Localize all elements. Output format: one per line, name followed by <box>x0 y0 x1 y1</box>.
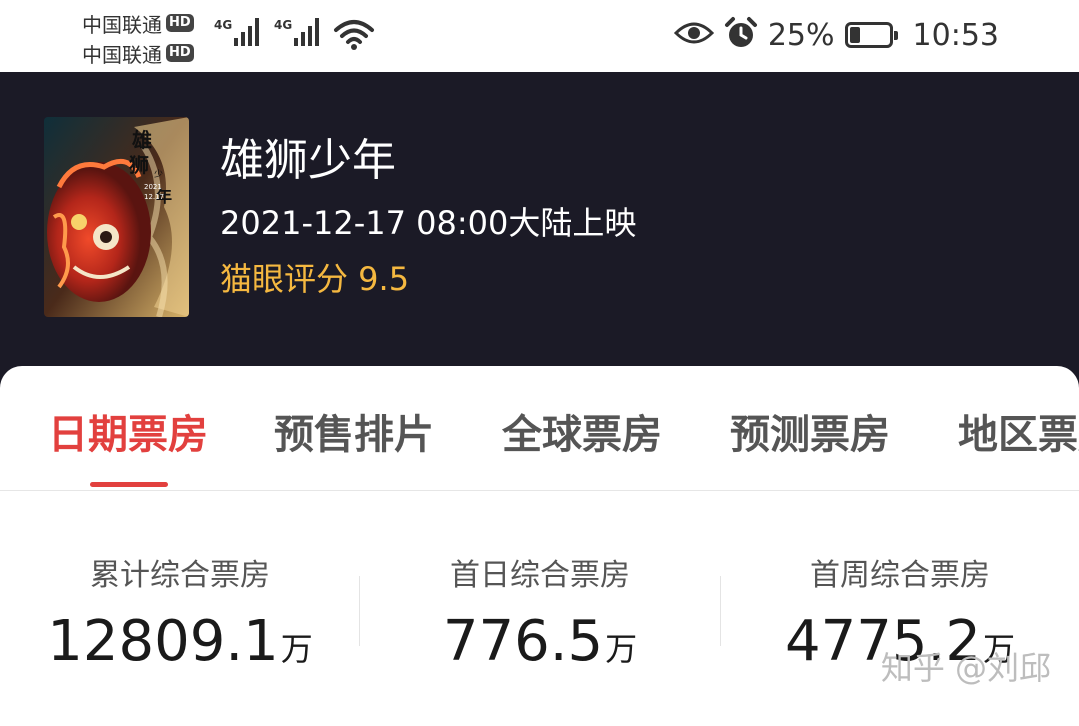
stat-unit: 万 <box>605 630 638 668</box>
stat-first-day-box-office: 首日综合票房 776.5万 <box>360 550 720 679</box>
carrier-name: 中国联通 <box>82 42 162 67</box>
hd-badge: HD <box>166 44 194 62</box>
stat-unit: 万 <box>280 630 313 668</box>
battery-icon <box>844 22 898 48</box>
tab-presale-schedule[interactable]: 预售排片 <box>274 402 434 460</box>
signal-icon: 4G <box>214 18 260 46</box>
network-type: 4G <box>274 18 293 32</box>
active-tab-indicator <box>90 482 168 487</box>
watermark: 知乎 @刘邱 <box>880 649 1051 687</box>
movie-header: 雄 狮 少 年 2021 12.17 雄狮少年 2021-12-17 08:00… <box>0 72 1079 392</box>
stat-label: 累计综合票房 <box>90 558 270 593</box>
network-type: 4G <box>214 18 233 32</box>
carrier-info: 中国联通 HD 中国联通 HD <box>82 8 194 68</box>
status-bar: 中国联通 HD 中国联通 HD 4G 4G 25% 10:53 <box>0 0 1079 72</box>
carrier-name: 中国联通 <box>82 12 162 37</box>
status-right: 25% 10:53 <box>673 16 999 54</box>
stat-number: 12809.1 <box>47 609 279 674</box>
tab-global-box-office[interactable]: 全球票房 <box>502 402 662 460</box>
tab-forecast-box-office[interactable]: 预测票房 <box>730 402 890 460</box>
svg-text:2021: 2021 <box>144 183 162 191</box>
alarm-icon <box>724 16 758 54</box>
svg-text:少: 少 <box>154 169 163 180</box>
stat-label: 首周综合票房 <box>810 558 990 593</box>
stat-value: 776.5万 <box>360 612 720 679</box>
movie-rating: 猫眼评分 9.5 <box>220 260 410 298</box>
carrier-row-2: 中国联通 HD <box>82 38 194 68</box>
clock: 10:53 <box>912 17 999 53</box>
svg-text:12.17: 12.17 <box>144 193 164 201</box>
svg-text:狮: 狮 <box>129 153 149 177</box>
stat-total-box-office: 累计综合票房 12809.1万 <box>0 550 360 679</box>
eye-icon <box>673 19 714 51</box>
movie-release-date: 2021-12-17 08:00大陆上映 <box>220 204 637 242</box>
tab-daily-box-office[interactable]: 日期票房 <box>48 402 208 460</box>
tab-regional-box-office[interactable]: 地区票房 <box>958 402 1079 460</box>
movie-poster[interactable]: 雄 狮 少 年 2021 12.17 <box>44 117 189 317</box>
stat-value: 12809.1万 <box>0 612 360 679</box>
hd-badge: HD <box>166 14 194 32</box>
signal-icon: 4G <box>274 18 320 46</box>
stat-label: 首日综合票房 <box>450 558 630 593</box>
battery-percent: 25% <box>767 17 835 53</box>
tab-bar: 日期票房 预售排片 全球票房 预测票房 地区票房 <box>0 366 1079 491</box>
carrier-row-1: 中国联通 HD <box>82 8 194 38</box>
wifi-icon <box>333 18 375 56</box>
movie-title: 雄狮少年 <box>220 135 396 186</box>
svg-text:雄: 雄 <box>131 128 152 152</box>
stat-number: 776.5 <box>442 609 604 674</box>
battery-fill <box>849 27 860 43</box>
